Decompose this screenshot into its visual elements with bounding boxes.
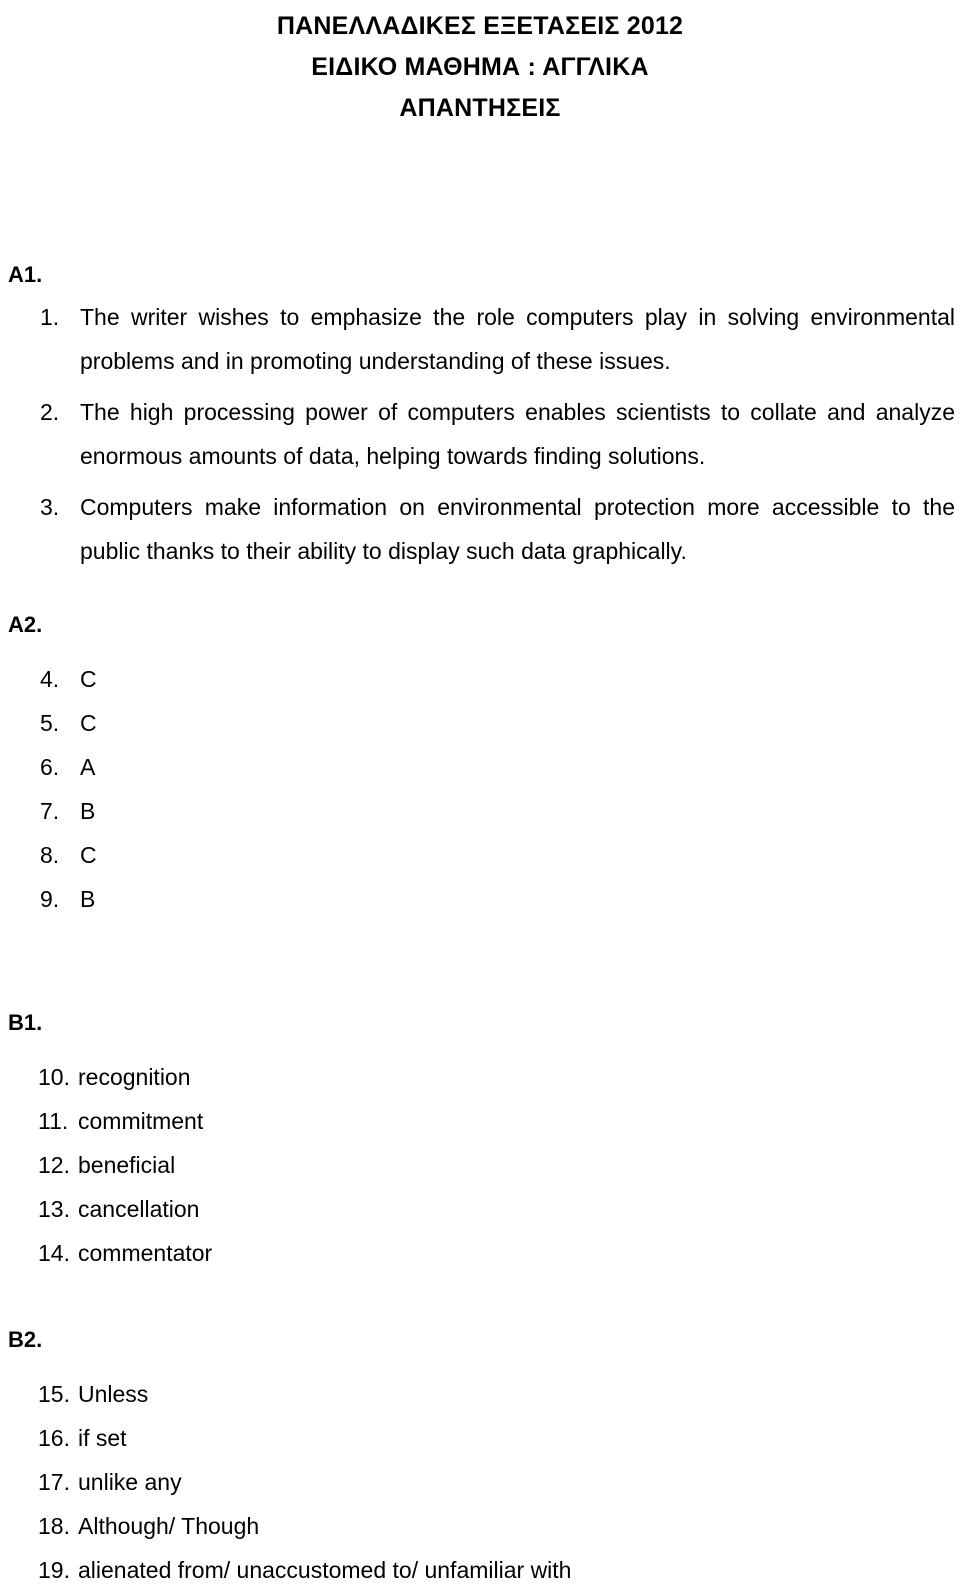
item-number: 8.	[40, 842, 60, 868]
item-number: 5.	[40, 710, 60, 736]
item-text: beneficial	[78, 1152, 176, 1178]
answer-list-b2: 15. Unless 16. if set 17. unlike any 18.…	[0, 1372, 960, 1592]
item-text: B	[80, 886, 96, 912]
section-label-b1: B1.	[8, 1010, 43, 1035]
exam-title-line-3: ΑΠΑΝΤΗΣΕΙΣ	[399, 94, 561, 122]
list-item: 11. commitment	[0, 1099, 960, 1143]
item-number: 4.	[40, 666, 60, 692]
list-item: 9. B	[0, 877, 960, 921]
list-item: 4. C	[0, 657, 960, 701]
item-text: B	[80, 798, 96, 824]
item-text: A	[80, 754, 96, 780]
item-text: C	[80, 666, 97, 692]
item-text: recognition	[78, 1064, 191, 1090]
answer-sheet-page: ΠΑΝΕΛΛΑΔΙΚΕΣ ΕΞΕΤΑΣΕΙΣ 2012 ΕΙΔΙΚΟ ΜΑΘΗΜ…	[0, 0, 960, 1583]
section-label-a2: A2.	[8, 612, 43, 637]
item-number: 17.	[38, 1469, 70, 1495]
item-number: 7.	[40, 798, 60, 824]
item-number: 12.	[38, 1152, 70, 1178]
section-b2: B2. 15. Unless 16. if set 17. unlike any…	[0, 1327, 960, 1592]
item-text: commitment	[78, 1108, 204, 1134]
list-item: 16. if set	[0, 1416, 960, 1460]
item-number: 19.	[38, 1557, 70, 1583]
item-number: 10.	[38, 1064, 70, 1090]
list-item: 19. alienated from/ unaccustomed to/ unf…	[0, 1548, 960, 1592]
item-text: Although/ Though	[78, 1513, 260, 1539]
item-number: 2.	[40, 399, 60, 425]
list-item: 14. commentator	[0, 1231, 960, 1275]
list-item: 17. unlike any	[0, 1460, 960, 1504]
list-item: 15. Unless	[0, 1372, 960, 1416]
item-text: cancellation	[78, 1196, 200, 1222]
item-text: The writer wishes to emphasize the role …	[80, 304, 955, 374]
section-label-b2: B2.	[8, 1327, 43, 1352]
item-text: if set	[78, 1425, 127, 1451]
item-text: alienated from/ unaccustomed to/ unfamil…	[78, 1557, 572, 1583]
item-text: C	[80, 842, 97, 868]
list-item: 10. recognition	[0, 1055, 960, 1099]
item-number: 3.	[40, 494, 60, 520]
item-text: unlike any	[78, 1469, 182, 1495]
item-number: 18.	[38, 1513, 70, 1539]
item-text: commentator	[78, 1240, 213, 1266]
item-number: 15.	[38, 1381, 70, 1407]
section-label-a1: A1.	[8, 262, 43, 287]
document-header: ΠΑΝΕΛΛΑΔΙΚΕΣ ΕΞΕΤΑΣΕΙΣ 2012 ΕΙΔΙΚΟ ΜΑΘΗΜ…	[0, 0, 960, 129]
list-item: 1. The writer wishes to emphasize the ro…	[0, 295, 960, 383]
exam-title-line-2: ΕΙΔΙΚΟ ΜΑΘΗΜΑ : ΑΓΓΛΙΚΑ	[311, 53, 649, 81]
section-a2: A2. 4. C 5. C 6. A 7. B 8. C 9. B	[0, 612, 960, 921]
item-number: 16.	[38, 1425, 70, 1451]
answer-list-a1: 1. The writer wishes to emphasize the ro…	[0, 295, 960, 573]
list-item: 18. Although/ Though	[0, 1504, 960, 1548]
item-number: 14.	[38, 1240, 70, 1266]
answer-list-b1: 10. recognition 11. commitment 12. benef…	[0, 1055, 960, 1275]
list-item: 6. A	[0, 745, 960, 789]
answer-list-a2: 4. C 5. C 6. A 7. B 8. C 9. B	[0, 657, 960, 921]
item-text: The high processing power of computers e…	[80, 399, 955, 469]
list-item: 2. The high processing power of computer…	[0, 390, 960, 478]
item-text: Unless	[78, 1381, 149, 1407]
section-b1: B1. 10. recognition 11. commitment 12. b…	[0, 1010, 960, 1275]
item-text: C	[80, 710, 97, 736]
list-item: 5. C	[0, 701, 960, 745]
exam-title-line-1: ΠΑΝΕΛΛΑΔΙΚΕΣ ΕΞΕΤΑΣΕΙΣ 2012	[276, 12, 684, 40]
list-item: 12. beneficial	[0, 1143, 960, 1187]
list-item: 7. B	[0, 789, 960, 833]
item-number: 1.	[40, 304, 60, 330]
item-number: 9.	[40, 886, 60, 912]
list-item: 8. C	[0, 833, 960, 877]
list-item: 13. cancellation	[0, 1187, 960, 1231]
item-number: 6.	[40, 754, 60, 780]
section-a1: A1. 1. The writer wishes to emphasize th…	[0, 262, 960, 573]
item-number: 13.	[38, 1196, 70, 1222]
item-number: 11.	[38, 1108, 69, 1134]
item-text: Computers make information on environmen…	[80, 494, 955, 564]
list-item: 3. Computers make information on environ…	[0, 485, 960, 573]
